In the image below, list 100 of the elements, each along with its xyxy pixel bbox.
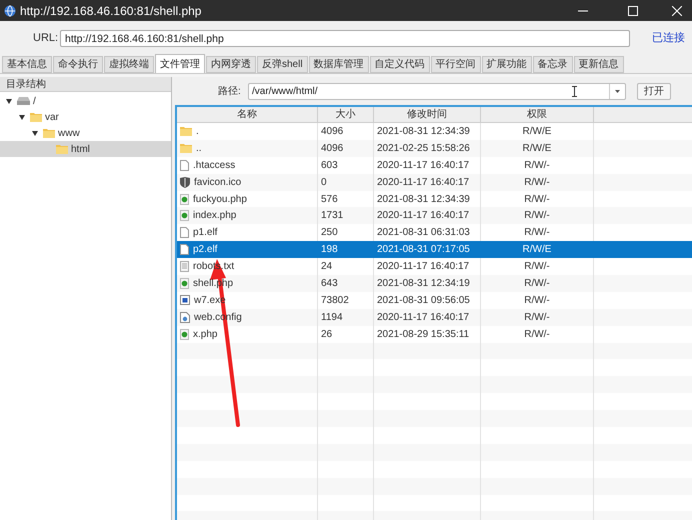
connection-status-link[interactable]: 已连接 [652, 30, 685, 47]
modified-time: 2020-11-17 16:40:17 [377, 209, 470, 224]
modified-time: 2021-02-25 15:58:26 [377, 142, 470, 156]
permissions: R/W/- [524, 226, 550, 240]
expanded-arrow-icon[interactable] [32, 130, 38, 136]
panel-title: 目录结构 [6, 78, 46, 92]
modified-time: 2021-08-31 12:34:19 [377, 276, 470, 291]
file-size: 1194 [321, 310, 343, 325]
document-icon [180, 244, 189, 256]
file-row[interactable]: .. 4096 2021-02-25 15:58:26 R/W/E [177, 140, 692, 157]
folder-icon [56, 144, 68, 154]
file-name: p1.elf [193, 226, 218, 240]
tree-item-label[interactable]: html [71, 142, 90, 156]
permissions: R/W/- [524, 192, 550, 206]
file-name: x.php [193, 328, 218, 342]
document-icon [180, 227, 189, 238]
tree-item-label[interactable]: www [58, 126, 80, 140]
column-header[interactable]: 权限 [481, 107, 594, 122]
file-size: 1731 [321, 209, 344, 224]
modified-time: 2021-08-31 07:17:05 [377, 243, 470, 258]
file-name: index.php [193, 209, 236, 224]
dropdown-caret-icon [615, 90, 620, 92]
file-row[interactable]: index.php 1731 2020-11-17 16:40:17 R/W/- [177, 207, 692, 224]
expanded-arrow-icon[interactable] [19, 114, 25, 120]
column-header[interactable]: 大小 [318, 107, 374, 122]
permissions: R/W/- [524, 260, 550, 274]
open-button[interactable]: 打开 [637, 82, 671, 100]
tab[interactable]: 扩展功能 [482, 56, 532, 73]
text-file-icon [180, 261, 189, 272]
permissions: R/W/E [522, 142, 552, 156]
drive-icon [17, 97, 30, 105]
tab[interactable]: 数据库管理 [308, 56, 369, 73]
file-name: .. [196, 142, 202, 156]
tab[interactable]: 内网穿透 [206, 56, 256, 73]
column-header[interactable]: 修改时间 [374, 107, 481, 122]
folder-icon [180, 143, 192, 154]
file-size: 26 [321, 328, 332, 342]
window-title: http://192.168.46.160:81/shell.php [20, 2, 202, 20]
permissions: R/W/- [524, 310, 550, 325]
permissions: R/W/E [522, 243, 552, 258]
modified-time: 2020-11-17 16:40:17 [377, 158, 470, 173]
column-header[interactable]: 名称 [177, 107, 318, 122]
permissions: R/W/- [524, 209, 550, 224]
permissions: R/W/- [524, 294, 550, 308]
file-row[interactable]: x.php 26 2021-08-29 15:35:11 R/W/- [177, 326, 692, 343]
file-size: 643 [321, 276, 338, 291]
tree-item-label[interactable]: var [45, 110, 59, 124]
permissions: R/W/- [524, 158, 550, 173]
file-row[interactable]: favicon.ico 0 2020-11-17 16:40:17 R/W/- [177, 174, 692, 191]
file-size: 576 [321, 192, 338, 206]
script-file-icon [180, 328, 189, 340]
permissions: R/W/- [524, 276, 550, 291]
document-icon [180, 160, 189, 171]
tab[interactable]: 文件管理 [155, 54, 205, 73]
globe-icon [4, 4, 16, 16]
file-name: . [196, 124, 199, 139]
modified-time: 2021-08-31 06:31:03 [377, 226, 470, 240]
modified-time: 2020-11-17 16:40:17 [377, 176, 470, 190]
tab[interactable]: 更新信息 [574, 56, 624, 73]
file-size: 198 [321, 243, 338, 258]
permissions: R/W/- [524, 176, 550, 190]
maximize-icon[interactable] [628, 6, 638, 16]
file-row[interactable]: fuckyou.php 576 2021-08-31 12:34:39 R/W/- [177, 190, 692, 208]
url-field[interactable]: http://192.168.46.160:81/shell.php [60, 30, 630, 47]
folder-icon [43, 128, 55, 138]
file-size: 603 [321, 158, 338, 173]
selected-tree-row[interactable]: html [0, 141, 171, 157]
file-size: 24 [321, 260, 332, 274]
modified-time: 2021-08-31 12:34:39 [377, 124, 470, 139]
selected-file-row[interactable]: p2.elf 198 2021-08-31 07:17:05 R/W/E [177, 241, 692, 258]
script-file-icon [180, 194, 189, 204]
file-size: 0 [321, 176, 327, 190]
close-icon[interactable] [672, 6, 682, 16]
tab[interactable]: 命令执行 [53, 56, 103, 73]
expanded-arrow-icon[interactable] [6, 98, 12, 104]
config-file-icon [180, 312, 190, 323]
tab[interactable]: 虚拟终端 [104, 56, 154, 73]
tab[interactable]: 自定义代码 [370, 56, 430, 73]
program-file-icon [180, 295, 190, 306]
file-name: fuckyou.php [193, 192, 247, 206]
tab[interactable]: 反弹shell [257, 56, 308, 73]
folder-icon [30, 112, 42, 122]
file-name: p2.elf [193, 243, 218, 258]
file-size: 4096 [321, 142, 344, 156]
folder-icon [180, 126, 192, 136]
file-name: favicon.ico [194, 176, 242, 190]
shield-icon [180, 176, 190, 188]
modified-time: 2021-08-31 09:56:05 [377, 294, 470, 308]
tab[interactable]: 基本信息 [2, 56, 52, 73]
tab[interactable]: 平行空间 [430, 56, 481, 73]
path-value: /var/www/html/ [251, 84, 319, 98]
tab[interactable]: 备忘录 [532, 56, 573, 73]
path-label: 路径: [218, 84, 242, 98]
modified-time: 2020-11-17 16:40:17 [377, 260, 470, 274]
permissions: R/W/- [524, 328, 550, 342]
tree-item-label[interactable]: / [33, 94, 36, 108]
path-combo-box[interactable]: /var/www/html/ [248, 82, 626, 100]
file-name: .htaccess [193, 158, 236, 173]
script-file-icon [180, 210, 189, 222]
file-size: 250 [321, 226, 338, 240]
